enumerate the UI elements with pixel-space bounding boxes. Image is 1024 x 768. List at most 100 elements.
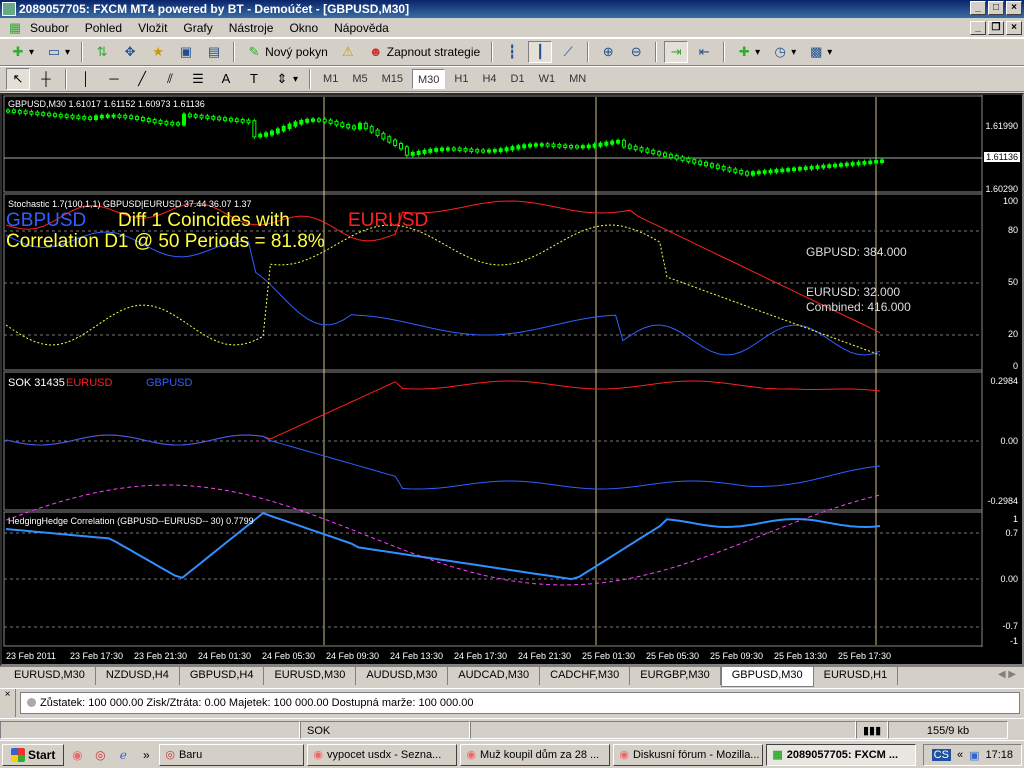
menu-insert[interactable]: Vložit [130,21,175,35]
task-vypocet[interactable]: ◉ vypocet usdx - Sezna... [307,743,458,766]
horizontal-line-button[interactable]: ─ [102,68,126,90]
stochastic-label: Stochastic 1.7(100,1,1) GBPUSD|EURUSD 37… [8,199,252,209]
task-baru[interactable]: ◎ Baru [159,743,305,766]
status-empty-2 [470,720,856,739]
cursor-tool-button[interactable]: ↖ [6,68,30,90]
maximize-button[interactable]: □ [988,1,1004,15]
mdi-minimize-button[interactable]: _ [970,21,986,35]
timeframe-h4[interactable]: H4 [477,69,501,89]
menu-tools[interactable]: Nástroje [221,21,282,35]
tab-cadchf-m30[interactable]: CADCHF,M30 [540,667,631,685]
crosshair-tool-button[interactable]: ┼ [34,68,58,90]
language-indicator[interactable]: CS [931,749,951,761]
timeframe-m15[interactable]: M15 [377,69,408,89]
candle-body [445,147,450,151]
mdi-close-button[interactable]: × [1006,21,1022,35]
market-watch-button[interactable]: ⇅ [90,41,114,63]
tab-eurgbp-m30[interactable]: EURGBP,M30 [630,667,721,685]
zoom-out-button[interactable]: ⊖ [624,41,648,63]
candle-body [340,122,345,127]
title-bar[interactable]: 2089057705: FXCM MT4 powered by BT - Dem… [0,0,1024,18]
account-summary-row[interactable]: Zůstatek: 100 000.00 Zisk/Ztráta: 0.00 M… [20,691,1020,714]
line-chart-button[interactable]: ⟋ [556,41,580,63]
expert-advisors-button[interactable]: ⚠ [336,41,360,63]
timeframe-m1[interactable]: M1 [318,69,343,89]
vertical-line-button[interactable]: │ [74,68,98,90]
candle-body [621,139,626,148]
auto-scroll-button[interactable]: ⇥ [664,41,689,63]
firefox-icon[interactable]: ◉ [67,745,87,765]
periods-button[interactable]: ◷ ▾ [768,41,800,63]
profiles-button[interactable]: ▭ ▾ [42,41,74,63]
tab-nzdusd-h4[interactable]: NZDUSD,H4 [96,667,180,685]
trendline-button[interactable]: ╱ [130,68,154,90]
templates-button[interactable]: ▩ ▾ [804,41,836,63]
candle-body [616,139,621,144]
timeframe-m30[interactable]: M30 [412,69,446,89]
time-axis-label: 25 Feb 05:30 [646,651,700,661]
strategy-toggle-button[interactable]: ☻ Zapnout strategie [364,41,484,63]
candle-body [639,147,644,152]
candle-body [275,128,280,134]
new-order-button[interactable]: ✎ Nový pokyn [242,41,332,63]
tab-audusd-m30[interactable]: AUDUSD,M30 [356,667,449,685]
navigator-button[interactable]: ★ [146,41,170,63]
minimize-button[interactable]: _ [970,1,986,15]
arrows-button[interactable]: ⇕ ▾ [270,68,302,90]
terminal-close-icon[interactable]: × [0,688,16,717]
candle-body [692,159,697,164]
ie-icon[interactable]: ℯ [113,745,133,765]
fibonacci-button[interactable]: ☰ [186,68,210,90]
chart-area[interactable]: GBPUSD,M30 1.61017 1.61152 1.60973 1.611… [0,93,1024,666]
close-button[interactable]: × [1006,1,1022,15]
network-icon[interactable]: ▣ [969,749,979,762]
candle-body [152,119,157,124]
data-window-button[interactable]: ✥ [118,41,142,63]
task-muz-koupil[interactable]: ◉ Muž koupil dům za 28 ... [460,743,611,766]
new-chart-button[interactable]: ✚ ▾ [6,41,38,63]
timeframe-d1[interactable]: D1 [506,69,530,89]
mdi-restore-button[interactable]: ❐ [988,21,1004,35]
timeframe-w1[interactable]: W1 [534,69,561,89]
star-folder-icon: ★ [152,44,164,59]
tab-gbpusd-m30[interactable]: GBPUSD,M30 [720,667,814,687]
menu-view[interactable]: Pohled [77,21,130,35]
bar-chart-button[interactable]: ┇ [500,41,524,63]
menu-window[interactable]: Okno [281,21,326,35]
candle-body [76,115,81,119]
timeframe-mn[interactable]: MN [564,69,591,89]
timeframe-h1[interactable]: H1 [449,69,473,89]
tab-eurusd-m30[interactable]: EURUSD,M30 [264,667,357,685]
text-label-button[interactable]: T [242,68,266,90]
tab-scroll-arrows-icon[interactable]: ◀ ▶ [998,669,1016,680]
timeframe-m5[interactable]: M5 [347,69,372,89]
menu-charts[interactable]: Grafy [175,21,220,35]
candle-body [815,165,820,169]
tab-audcad-m30[interactable]: AUDCAD,M30 [448,667,541,685]
candle-body [346,123,351,129]
candle-body [117,114,122,118]
tab-gbpusd-h4[interactable]: GBPUSD,H4 [180,667,265,685]
tester-button[interactable]: ▤ [202,41,226,63]
candle-body [170,121,175,126]
zoom-in-button[interactable]: ⊕ [596,41,620,63]
menu-file[interactable]: Soubor [22,21,77,35]
terminal-button[interactable]: ▣ [174,41,198,63]
task-fxcm[interactable]: ▦ 2089057705: FXCM ... [766,743,917,766]
indicators-button[interactable]: ✚ ▾ [732,41,764,63]
tab-eurusd-m30[interactable]: EURUSD,M30 [4,667,96,685]
start-button[interactable]: Start [2,743,65,766]
channel-button[interactable]: ⫽ [158,68,182,90]
task-diskusni-forum[interactable]: ◉ Diskusní fórum - Mozilla... [613,743,764,766]
status-traffic: 155/9 kb [888,720,1008,739]
chart-shift-button[interactable]: ⇤ [692,41,716,63]
sok-label: SOK 31435 [8,377,65,389]
new-order-label: Nový pokyn [265,45,328,59]
menu-help[interactable]: Nápověda [326,21,397,35]
tray-expand-icon[interactable]: « [957,749,963,761]
opera-icon[interactable]: ◎ [90,745,110,765]
text-button[interactable]: A [214,68,238,90]
tab-eurusd-h1[interactable]: EURUSD,H1 [814,667,899,685]
candlestick-button[interactable]: ┃ [528,41,553,63]
more-quicklaunch-icon[interactable]: » [136,745,156,765]
